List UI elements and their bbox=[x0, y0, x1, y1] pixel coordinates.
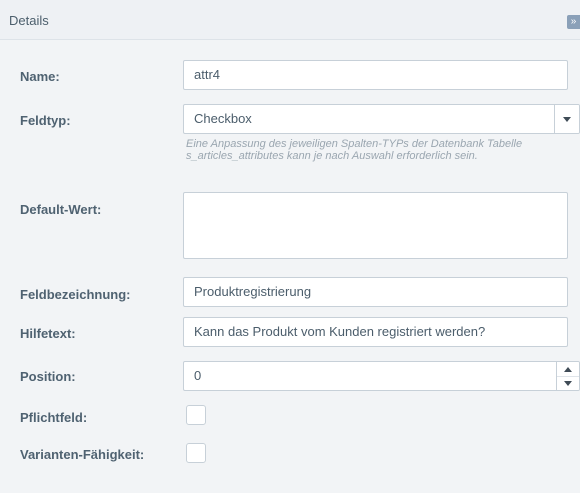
position-value: 0 bbox=[194, 368, 202, 383]
name-input[interactable]: attr4 bbox=[183, 60, 568, 90]
field-type-label: Feldtyp: bbox=[20, 113, 71, 128]
default-value-textarea[interactable] bbox=[183, 192, 568, 259]
field-label-input[interactable]: Produktregistrierung bbox=[183, 277, 568, 307]
details-form: Name: attr4 Feldtyp: Checkbox Eine Anpas… bbox=[0, 41, 580, 493]
variant-capable-checkbox[interactable] bbox=[186, 443, 206, 463]
name-label: Name: bbox=[20, 69, 60, 84]
help-text-input[interactable]: Kann das Produkt vom Kunden registriert … bbox=[183, 317, 568, 347]
chevron-down-icon bbox=[564, 381, 572, 386]
required-label: Pflichtfeld: bbox=[20, 410, 88, 425]
field-type-select[interactable]: Checkbox bbox=[183, 104, 580, 134]
default-value-label: Default-Wert: bbox=[20, 202, 102, 217]
variant-capable-label: Varianten-Fähigkeit: bbox=[20, 447, 145, 462]
field-type-hint: Eine Anpassung des jeweiligen Spalten-TY… bbox=[186, 138, 523, 162]
dropdown-trigger[interactable] bbox=[554, 105, 579, 133]
chevron-up-icon bbox=[564, 367, 572, 372]
panel-title: Details bbox=[9, 13, 49, 28]
position-spinner bbox=[556, 362, 579, 390]
field-type-value: Checkbox bbox=[194, 111, 252, 126]
double-chevron-right-icon[interactable]: » bbox=[567, 15, 580, 29]
chevron-down-icon bbox=[563, 117, 571, 122]
spin-down-button[interactable] bbox=[557, 376, 579, 390]
required-checkbox[interactable] bbox=[186, 405, 206, 425]
field-label-label: Feldbezeichnung: bbox=[20, 287, 131, 302]
position-input[interactable]: 0 bbox=[183, 361, 580, 391]
help-text-label: Hilfetext: bbox=[20, 326, 76, 341]
position-label: Position: bbox=[20, 369, 76, 384]
panel-header: Details » bbox=[0, 0, 580, 40]
spin-up-button[interactable] bbox=[557, 362, 579, 376]
